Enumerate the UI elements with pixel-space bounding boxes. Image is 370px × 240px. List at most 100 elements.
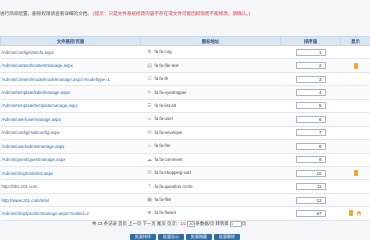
row-url-link[interactable]: /Admin/config/mailconfig.aspx (0, 126, 141, 141)
th-list-icon: ☷ (147, 76, 152, 83)
row-icon-cell: ▤ fa fa-file-text (140, 58, 281, 73)
pager-nav-links[interactable]: 首页 上一页 下一页 尾页 (118, 221, 166, 226)
row-sort-cell: 7 (280, 126, 341, 141)
row-icon-class: fa fa-list-alt (154, 102, 176, 108)
sort-order-input[interactable]: 10 (295, 169, 326, 177)
home-icon[interactable] (356, 210, 362, 216)
table-header-row: 文件路径/页面 图标地址 排序值 显示 (0, 36, 370, 46)
batch-hide-button[interactable]: 批量隐藏 (186, 234, 212, 240)
row-sort-cell: 8 (280, 139, 341, 154)
row-sort-cell: 2 (280, 58, 341, 73)
eyedropper-icon-icon: ✎ (147, 89, 152, 96)
film-icon: ▣ (147, 197, 152, 204)
row-icon-cell: ⚙ fa fa-cog (140, 45, 281, 60)
row-sort-cell: 1 (280, 45, 341, 60)
row-url-link[interactable]: /Admin/content/modelmodelmanage.aspx?mod… (0, 72, 141, 87)
row-display-cell (340, 72, 370, 87)
notice-bar: 进行简单配置，删除权限请查看详细的文档。 (提示：只是文件系统修改内容不存在或文… (0, 9, 370, 18)
sort-order-input[interactable]: 67 (295, 209, 326, 217)
shortcut-table: 文件路径/页面 图标地址 排序值 显示 /Admin/config/sitein… (0, 36, 370, 221)
batch-delete-button[interactable]: 批量删除 (214, 234, 240, 240)
table-row: /Admin/config/mailconfig.aspx ✉ fa fa-enve… (0, 126, 370, 141)
row-display-cell (340, 206, 370, 221)
row-icon-class: fa fa-comment (154, 156, 183, 162)
mobile-icon[interactable] (353, 170, 358, 177)
row-sort-cell: 6 (280, 112, 341, 127)
sort-order-input[interactable]: 5 (295, 102, 326, 110)
list-alt-icon: ☰ (147, 102, 152, 109)
sort-order-input[interactable]: 2 (295, 62, 326, 70)
page-label: 页次： (166, 221, 181, 226)
row-icon-cell: ▣ fa fa-film (140, 193, 281, 208)
row-display-cell (340, 193, 370, 208)
sort-order-input[interactable]: 9 (295, 156, 326, 164)
sort-order-input[interactable]: 1 (295, 48, 326, 56)
row-sort-cell: 9 (280, 153, 341, 167)
sort-order-input[interactable]: 3 (295, 75, 326, 83)
header-url: 文件路径/页面 (0, 36, 141, 46)
row-display-cell (340, 179, 370, 194)
row-icon-class: fa fa-envelope (154, 129, 183, 135)
row-url-link[interactable]: /Admin/shop/orderlist.aspx (0, 166, 141, 181)
fire-icon: ♨ (147, 143, 152, 150)
sort-order-input[interactable]: 12 (295, 196, 326, 204)
row-sort-cell: 11 (280, 179, 341, 194)
batch-show-button[interactable]: 批量显示 (158, 234, 184, 240)
row-icon-class: fa fa-eyedropper (154, 89, 187, 95)
row-url-link[interactable]: /Admin/user/adminmanage.aspx (0, 139, 141, 154)
row-icon-cell: ✎ fa fa-eyedropper (140, 85, 281, 100)
table-row: /Admin/content/contentmanage.aspx ▤ fa fa-… (0, 58, 370, 73)
row-display-cell (340, 85, 370, 100)
mobile-icon[interactable] (353, 62, 358, 69)
row-url-link[interactable]: /Admin/config/siteinfo.aspx (0, 45, 141, 60)
sort-order-input[interactable]: 11 (295, 183, 326, 191)
table-row: http://www.z01.com/mtv/▣ fa fa-film 12 (0, 193, 370, 208)
row-sort-cell: 12 (280, 193, 341, 208)
table-row: /Admin/user/adminmanage.aspx ♨ fa fa-fire 8 (0, 139, 370, 154)
row-display-cell (340, 45, 370, 60)
row-icon-class: fa fa-shopping-cart (154, 170, 192, 176)
row-url-link[interactable]: /Admin/user/usermanage.aspx (0, 112, 141, 127)
header-sort: 排序值 (280, 36, 341, 46)
row-url-link[interactable]: /Admin/guest/guestmanage.aspx (0, 153, 141, 167)
table-row: /Admin/template/labelmanage.aspx ✎ fa fa-e… (0, 85, 370, 100)
row-icon-cell: ☁ fa fa-comment (140, 153, 281, 167)
row-url-link[interactable]: /Admin/template/templatemanage.aspx (0, 99, 141, 114)
row-sort-cell: 10 (280, 166, 341, 181)
user-icon: ☺ (146, 116, 153, 123)
row-url-link[interactable]: /Admin/content/contentmanage.aspx (0, 58, 141, 73)
table-body: /Admin/config/siteinfo.aspx ⚙ fa fa-cog 1/A… (0, 45, 370, 221)
batch-actions: 批量排序 批量显示 批量隐藏 批量删除 (0, 234, 370, 240)
row-icon-cell: ? fa fa-question circle (140, 179, 281, 194)
sort-order-input[interactable]: 4 (295, 89, 326, 97)
flower-icon: ❀ (147, 210, 152, 217)
row-url-link[interactable]: http://www.z01.com/mtv/ (0, 193, 141, 208)
row-url-link[interactable]: /Admin/template/labelmanage.aspx (0, 85, 141, 100)
jump-suffix: 页 (241, 221, 247, 226)
mobile-icon[interactable] (349, 210, 353, 217)
row-icon-class: fa fa-user (154, 116, 174, 122)
pagination: 共 13 条记录 首页 上一页 下一页 尾页 页次：1/1 20 条数据/页 转到… (92, 219, 246, 228)
row-icon-class: fa fa-th (154, 76, 169, 82)
row-icon-cell: ✉ fa fa-envelope (140, 126, 281, 141)
row-url-link[interactable]: http://bbs.z01.com (0, 179, 141, 194)
notice-warning: (提示：只是文件系统修改内容不存在或文件可能因权限而不能修改，请确认。) (93, 11, 251, 16)
sort-order-input[interactable]: 7 (295, 129, 326, 137)
table-row: http://bbs.z01.com? fa fa-question circle… (0, 179, 370, 194)
sort-order-input[interactable]: 8 (295, 142, 326, 150)
page-jump-select[interactable]: 1 (229, 220, 242, 227)
row-icon-class: fa fa-film (154, 197, 172, 203)
row-icon-cell: ☺ fa fa-user (140, 112, 281, 127)
question-circle-icon: ? (148, 183, 151, 190)
row-sort-cell: 5 (280, 99, 341, 114)
batch-sort-button[interactable]: 批量排序 (130, 234, 156, 240)
row-icon-cell: ☷ fa fa-th (140, 72, 281, 87)
row-display-cell (340, 126, 370, 141)
row-icon-class: fa fa-fire (154, 143, 171, 149)
table-row: /Admin/user/usermanage.aspx ☺ fa fa-user 6 (0, 112, 370, 127)
row-display-cell (340, 166, 370, 181)
row-display-cell (340, 99, 370, 114)
sort-order-input[interactable]: 6 (295, 115, 326, 123)
jump-label: 转到第 (215, 221, 229, 226)
row-display-cell (340, 153, 370, 167)
